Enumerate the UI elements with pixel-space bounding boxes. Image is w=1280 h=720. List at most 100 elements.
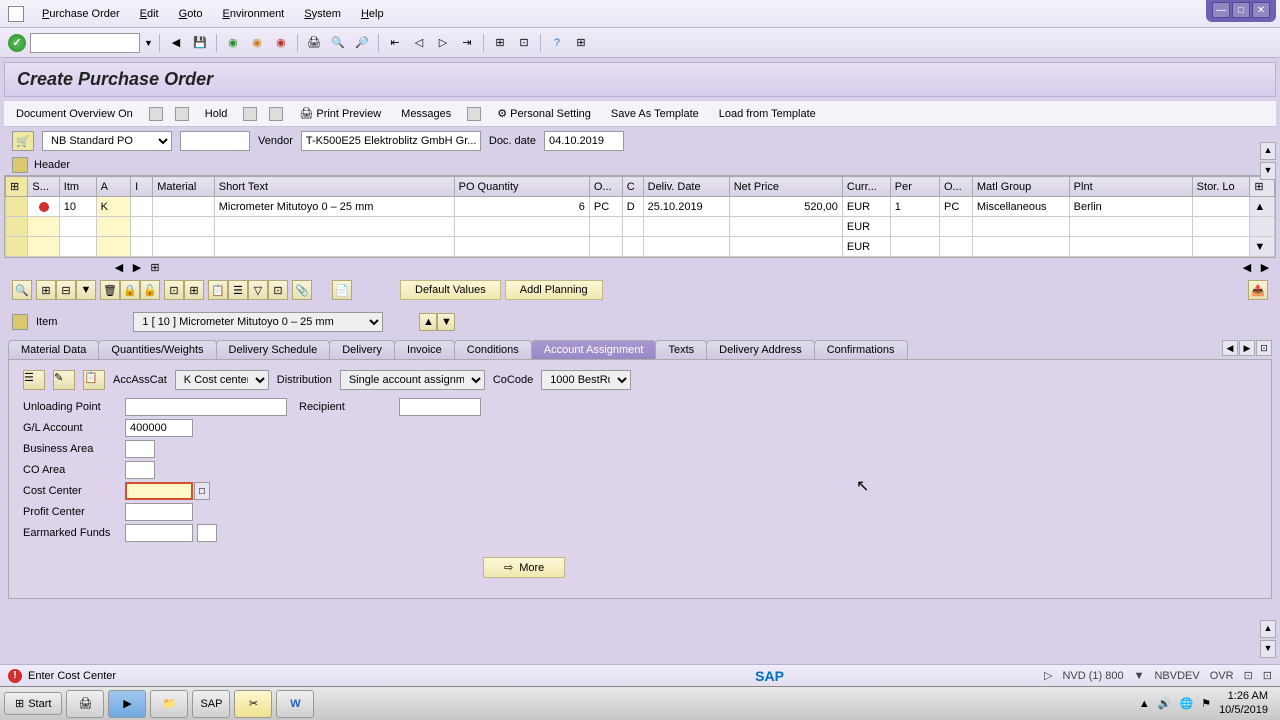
sb-icon2[interactable]: ⊡ bbox=[1263, 669, 1272, 682]
unloading-field[interactable] bbox=[125, 398, 287, 416]
col-deliv[interactable]: Deliv. Date bbox=[643, 177, 729, 197]
item-select[interactable]: 1 [ 10 ] Micrometer Mitutoyo 0 – 25 mm bbox=[133, 312, 383, 332]
attachments-icon[interactable]: 📎 bbox=[292, 280, 312, 300]
limits-icon[interactable]: ☰ bbox=[228, 280, 248, 300]
accasscat-select[interactable]: K Cost center bbox=[175, 370, 269, 390]
new-session-icon[interactable]: ⊞ bbox=[490, 33, 510, 53]
services-doc-icon[interactable]: 📄 bbox=[332, 280, 352, 300]
tab-list-icon[interactable]: ⊡ bbox=[1256, 340, 1272, 356]
tab-confirmations[interactable]: Confirmations bbox=[814, 340, 908, 359]
select-all-icon[interactable]: ⊞ bbox=[6, 177, 28, 197]
distribution-select[interactable]: Single account assignm.. bbox=[340, 370, 485, 390]
menu-purchase-order[interactable]: Purchase Order bbox=[32, 4, 130, 24]
default-values-button[interactable]: Default Values bbox=[400, 280, 501, 300]
unlock-icon[interactable]: 🔓 bbox=[140, 280, 160, 300]
back-icon[interactable]: ◀ bbox=[166, 33, 186, 53]
create-icon[interactable] bbox=[149, 107, 163, 121]
shortcut-icon[interactable]: ⊡ bbox=[514, 33, 534, 53]
find-icon[interactable]: 🔍 bbox=[328, 33, 348, 53]
change-view-icon[interactable]: ✎ bbox=[53, 370, 75, 390]
tab-delivery[interactable]: Delivery bbox=[329, 340, 395, 359]
nav-grid-icon[interactable]: ⊞ bbox=[148, 260, 162, 274]
maximize-button[interactable]: □ bbox=[1232, 2, 1250, 18]
col-c[interactable]: C bbox=[622, 177, 643, 197]
tab-quantities[interactable]: Quantities/Weights bbox=[98, 340, 216, 359]
tray-network-icon[interactable]: 🌐 bbox=[1179, 697, 1193, 710]
layout-icon[interactable]: ⊞ bbox=[571, 33, 591, 53]
more-button[interactable]: ⇨More bbox=[483, 557, 565, 578]
col-curr[interactable]: Curr... bbox=[842, 177, 890, 197]
earmarked-funds-field[interactable] bbox=[125, 524, 193, 542]
po-number-field[interactable] bbox=[180, 131, 250, 151]
lock-icon[interactable]: 🔒 bbox=[120, 280, 140, 300]
nav-icon[interactable]: ▷ bbox=[1044, 669, 1052, 682]
recipient-field[interactable] bbox=[399, 398, 481, 416]
delete-icon[interactable]: 🗑 bbox=[100, 280, 120, 300]
expand-header-icon[interactable] bbox=[12, 157, 28, 173]
load-template-button[interactable]: Load from Template bbox=[715, 106, 820, 122]
task-sap[interactable]: SAP bbox=[192, 690, 230, 718]
cancel-icon[interactable]: ◉ bbox=[271, 33, 291, 53]
sb-icon1[interactable]: ⊡ bbox=[1244, 669, 1253, 682]
save-icon[interactable]: 💾 bbox=[190, 33, 210, 53]
prev-page-icon[interactable]: ◁ bbox=[409, 33, 429, 53]
tab-scroll-left-icon[interactable]: ◀ bbox=[1222, 340, 1238, 356]
tab-delivery-address[interactable]: Delivery Address bbox=[706, 340, 815, 359]
nav-right-icon[interactable]: ▶ bbox=[130, 260, 144, 274]
messages-button[interactable]: Messages bbox=[397, 106, 455, 122]
table-row[interactable]: 10 K Micrometer Mitutoyo 0 – 25 mm 6 PC … bbox=[6, 197, 1275, 217]
docdate-field[interactable] bbox=[544, 131, 624, 151]
col-status[interactable]: S... bbox=[28, 177, 59, 197]
expand-item-icon[interactable] bbox=[12, 314, 28, 330]
menu-help[interactable]: Help bbox=[351, 4, 394, 24]
close-button[interactable]: ✕ bbox=[1252, 2, 1270, 18]
menu-system[interactable]: System bbox=[294, 4, 351, 24]
profit-center-field[interactable] bbox=[125, 503, 193, 521]
scroll-down2-icon[interactable]: ▼ bbox=[1261, 641, 1275, 655]
col-price[interactable]: Net Price bbox=[729, 177, 842, 197]
tab-conditions[interactable]: Conditions bbox=[454, 340, 532, 359]
scroll-up-icon[interactable]: ▲ bbox=[1250, 197, 1275, 217]
task-word[interactable]: W bbox=[276, 690, 314, 718]
detail-icon[interactable]: 🔍 bbox=[12, 280, 32, 300]
cocode-select[interactable]: 1000 BestRu.. bbox=[541, 370, 631, 390]
col-itm[interactable]: Itm bbox=[59, 177, 96, 197]
copy-icon[interactable]: ⊡ bbox=[164, 280, 184, 300]
cart-icon[interactable]: 🛒 bbox=[12, 131, 34, 151]
table-view-icon[interactable]: ☰ bbox=[23, 370, 45, 390]
menu-edit[interactable]: Edit bbox=[130, 4, 169, 24]
cost-center-f4-icon[interactable]: ☐ bbox=[194, 482, 210, 500]
menu-goto[interactable]: Goto bbox=[169, 4, 213, 24]
next-page-icon[interactable]: ▷ bbox=[433, 33, 453, 53]
minimize-button[interactable]: — bbox=[1212, 2, 1230, 18]
info-icon[interactable] bbox=[467, 107, 481, 121]
print-icon[interactable]: 🖨 bbox=[304, 33, 324, 53]
services-icon[interactable]: 📋 bbox=[208, 280, 228, 300]
addl-planning-button[interactable]: Addl Planning bbox=[505, 280, 603, 300]
tab-texts[interactable]: Texts bbox=[655, 340, 707, 359]
col-oun[interactable]: O... bbox=[589, 177, 622, 197]
tray-flag-icon[interactable]: ⚑ bbox=[1201, 697, 1211, 710]
save-template-button[interactable]: Save As Template bbox=[607, 106, 703, 122]
col-plnt[interactable]: Plnt bbox=[1069, 177, 1192, 197]
item-up-icon[interactable]: ▲ bbox=[419, 313, 437, 331]
enter-icon[interactable]: ✓ bbox=[8, 34, 26, 52]
system-info[interactable]: NVD (1) 800 bbox=[1062, 670, 1123, 682]
col-stor[interactable]: Stor. Lo bbox=[1192, 177, 1250, 197]
clock[interactable]: 1:26 AM 10/5/2019 bbox=[1219, 690, 1268, 716]
col-short-text[interactable]: Short Text bbox=[214, 177, 454, 197]
tab-scroll-right-icon[interactable]: ▶ bbox=[1239, 340, 1255, 356]
select-all-icon[interactable]: ⊞ bbox=[36, 280, 56, 300]
help-icon[interactable]: ? bbox=[547, 33, 567, 53]
tab-invoice[interactable]: Invoice bbox=[394, 340, 455, 359]
conditions-icon[interactable]: ⊡ bbox=[268, 280, 288, 300]
cost-center-field[interactable] bbox=[125, 482, 193, 500]
nav-right2-icon[interactable]: ▶ bbox=[1258, 260, 1272, 274]
col-qty[interactable]: PO Quantity bbox=[454, 177, 589, 197]
earmarked-funds-item-field[interactable] bbox=[197, 524, 217, 542]
command-field[interactable] bbox=[30, 33, 140, 53]
exit-icon[interactable]: ◉ bbox=[247, 33, 267, 53]
find-next-icon[interactable]: 🔎 bbox=[352, 33, 372, 53]
tray-volume-icon[interactable]: 🔊 bbox=[1158, 697, 1172, 710]
co-area-field[interactable] bbox=[125, 461, 155, 479]
